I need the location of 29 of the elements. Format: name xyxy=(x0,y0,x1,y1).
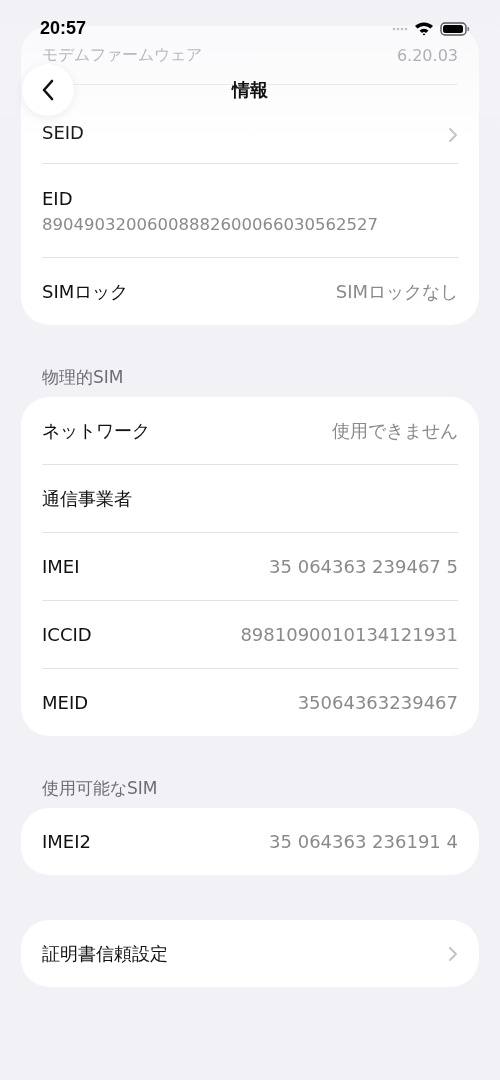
section-header: 使用可能なSIM xyxy=(41,777,159,800)
chevron-icon[interactable] xyxy=(448,127,458,143)
chevron-icon[interactable] xyxy=(448,945,458,962)
row-label: SIMロック xyxy=(42,279,129,304)
row-value: 35064363239467 xyxy=(297,692,458,713)
row-value: 89049032006008882600066030562527 xyxy=(42,214,378,234)
row-value: 使用できません xyxy=(332,418,458,443)
row-value: 8981090010134121931 xyxy=(240,624,458,645)
row-label: SEID xyxy=(42,122,84,143)
row-label: 通信事業者 xyxy=(42,486,132,511)
row-value: 35 064363 236191 4 xyxy=(269,831,458,852)
wifi-icon xyxy=(414,21,434,36)
row-label: MEID xyxy=(42,692,89,713)
status-time: 20:57 xyxy=(40,18,87,39)
row-label: ICCID xyxy=(42,624,92,645)
row-label: ネットワーク xyxy=(42,418,150,443)
row-value: 35 064363 239467 5 xyxy=(269,556,458,577)
back-icon xyxy=(41,78,55,102)
row-value: 6.20.03 xyxy=(396,45,458,65)
section-header: 物理的SIM xyxy=(41,366,125,389)
row-label: モデムファームウェア xyxy=(42,44,202,66)
row-label: IMEI2 xyxy=(42,831,91,852)
battery-icon xyxy=(440,21,470,36)
row-value: SIMロックなし xyxy=(335,279,458,304)
row-label: EID xyxy=(42,187,73,209)
signal-icon xyxy=(392,26,408,31)
row-label: 証明書信頼設定 xyxy=(42,941,168,966)
nav-title: 情報 xyxy=(232,78,268,102)
row-label: IMEI xyxy=(42,556,80,577)
